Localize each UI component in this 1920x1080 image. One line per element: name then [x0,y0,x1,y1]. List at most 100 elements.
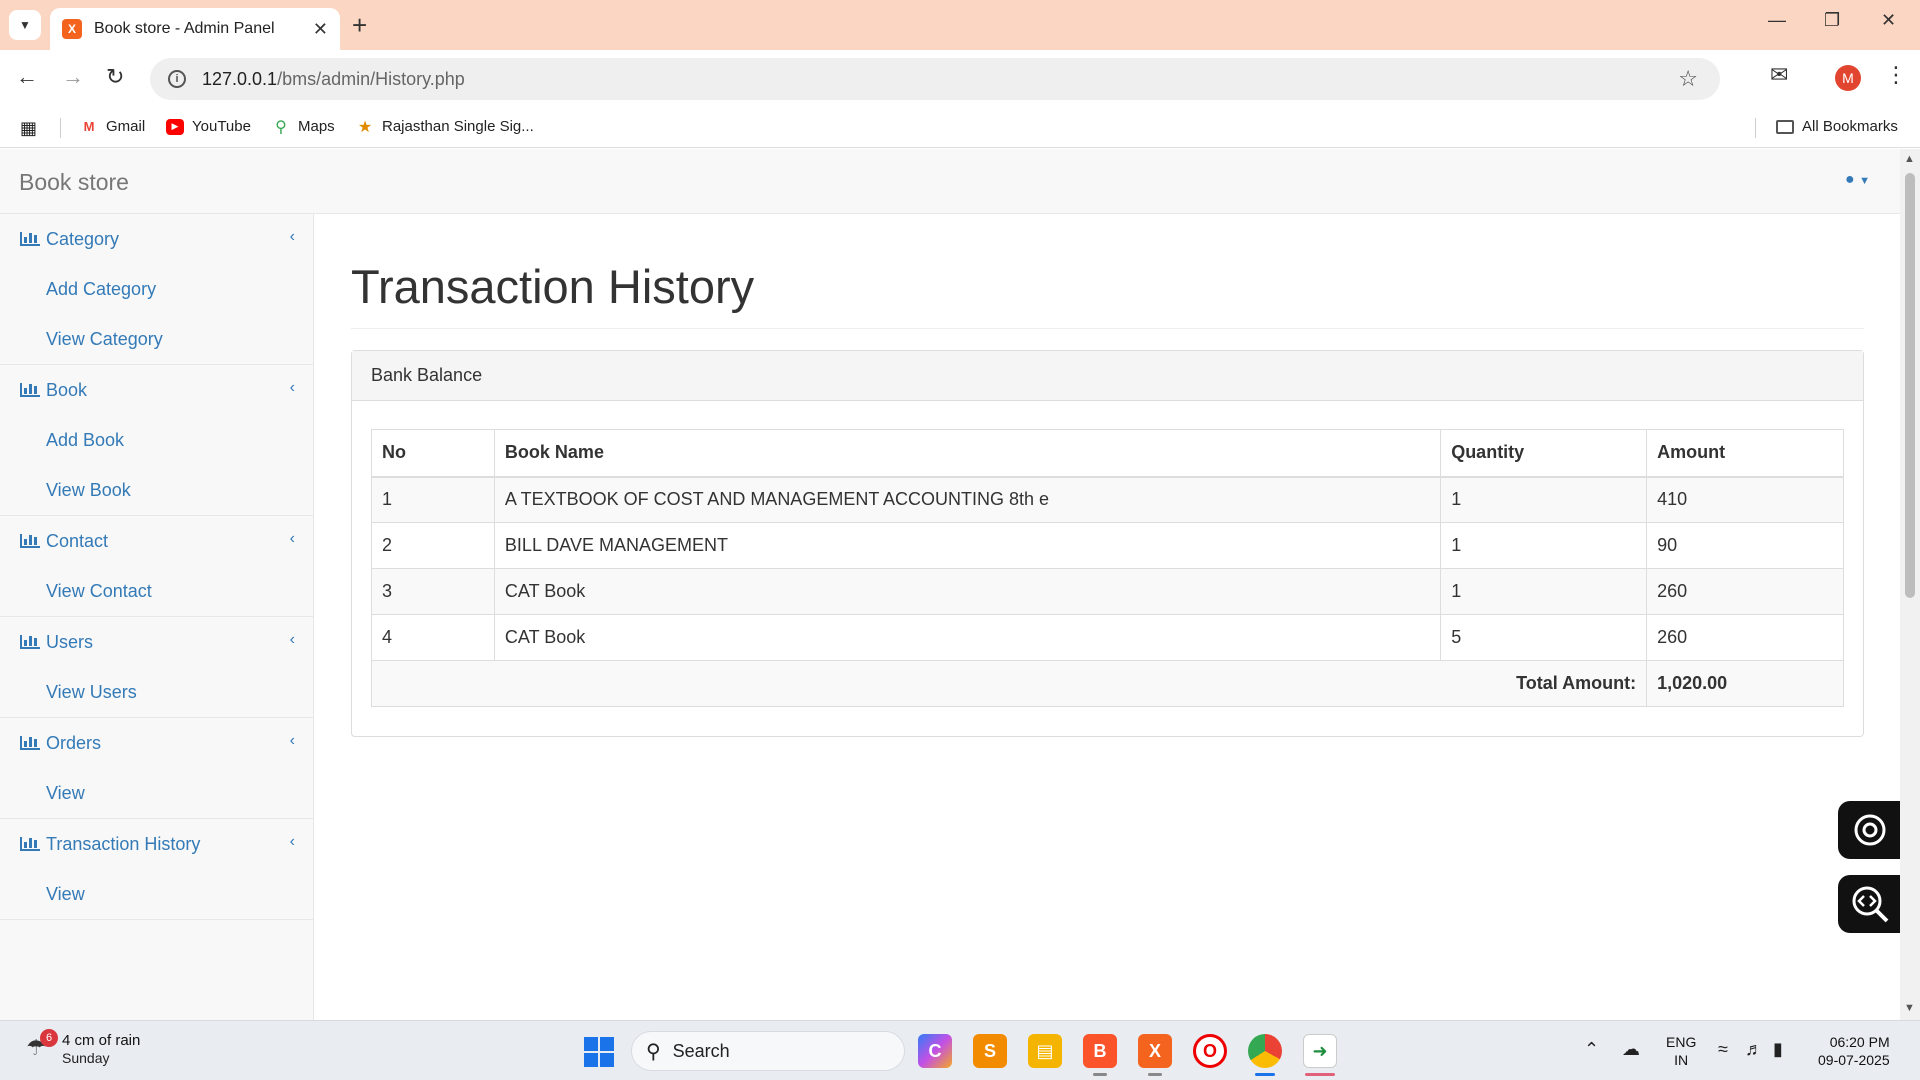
chevron-left-icon: ‹ [289,732,295,749]
transaction-table: No Book Name Quantity Amount 1 A TEXTBOO… [370,429,1844,707]
opera-app-icon[interactable]: O [1193,1034,1227,1068]
chevron-left-icon: ‹ [289,530,295,547]
sidebar-item-book[interactable]: Book ‹ [0,365,313,415]
bar-chart-icon [20,837,40,851]
search-icon: ⚲ [646,1040,661,1063]
taskbar-search[interactable]: ⚲ Search [631,1031,905,1071]
weather-day: Sunday [62,1050,110,1066]
total-row: Total Amount: 1,020.00 [370,660,1844,707]
forward-icon[interactable]: → [62,64,84,90]
close-tab-icon[interactable]: ✕ [313,19,328,40]
total-value: 1,020.00 [1646,660,1844,707]
bookmark-rajasthan[interactable]: ★ Rajasthan Single Sig... [356,118,534,136]
sidebar-link-add-category[interactable]: Add Category [0,264,313,314]
table-row: 4 CAT Book 5 260 [371,614,1844,661]
page-scrollbar[interactable]: ▲ ▼ [1900,149,1920,1020]
brave-app-icon[interactable]: B [1083,1034,1117,1068]
cell-amount: 410 [1646,476,1844,523]
sidebar-link-view-orders[interactable]: View [0,768,313,818]
sidebar-group-transaction-history: Transaction History ‹ View [0,819,313,920]
bookmark-maps[interactable]: ⚲ Maps [272,118,335,136]
code-search-icon [1852,886,1889,923]
chevron-left-icon: ‹ [289,833,295,850]
chatgpt-float-button[interactable] [1838,801,1902,859]
scroll-up-icon[interactable]: ▲ [1904,153,1915,165]
chevron-up-icon[interactable]: ⌃ [1584,1039,1599,1060]
scroll-down-icon[interactable]: ▼ [1904,1002,1915,1014]
scroll-thumb[interactable] [1905,173,1915,598]
battery-icon[interactable]: ▮ [1773,1039,1783,1060]
cell-book-name: BILL DAVE MANAGEMENT [493,522,1442,569]
bar-chart-icon [20,534,40,548]
back-icon[interactable]: ← [16,64,38,90]
all-bookmarks[interactable]: All Bookmarks [1776,118,1898,135]
weather-widget[interactable]: ☂ 6 4 cm of rain Sunday [26,1028,141,1066]
bar-chart-icon [20,232,40,246]
sidebar-group-users: Users ‹ View Users [0,617,313,718]
code-search-float-button[interactable] [1838,875,1902,933]
extensions-icon[interactable]: ✉ [1770,62,1788,88]
weather-title: 4 cm of rain [62,1032,141,1049]
restore-icon[interactable]: ❐ [1824,10,1840,31]
new-tab-icon[interactable]: + [352,10,367,41]
cell-quantity: 5 [1440,614,1648,661]
chrome-app-icon[interactable] [1248,1034,1282,1068]
windows-start-icon[interactable] [584,1037,614,1067]
sublime-app-icon[interactable]: S [973,1034,1007,1068]
system-clock[interactable]: 06:20 PM 09-07-2025 [1818,1033,1890,1069]
browser-tab[interactable]: X Book store - Admin Panel ✕ [50,8,340,50]
browser-menu-icon[interactable]: ⋮ [1885,62,1907,88]
sidebar-link-add-book[interactable]: Add Book [0,415,313,465]
bank-balance-panel: Bank Balance No Book Name Quantity Amoun… [351,350,1864,737]
sidebar-link-view-contact[interactable]: View Contact [0,566,313,616]
wifi-icon[interactable]: ≈ [1718,1039,1728,1060]
apps-grid-icon[interactable]: ▦ [20,118,37,139]
tab-search-button[interactable]: ▼ [9,10,41,40]
youtube-icon: ▶ [166,118,184,135]
profile-avatar[interactable]: M [1835,65,1861,91]
sidebar-item-category[interactable]: Category ‹ [0,214,313,264]
copilot-app-icon[interactable]: C [918,1034,952,1068]
sidebar-link-view-category[interactable]: View Category [0,314,313,364]
sidebar-link-view-book[interactable]: View Book [0,465,313,515]
reload-icon[interactable]: ↻ [106,64,124,90]
cell-no: 2 [371,522,495,569]
cell-book-name: A TEXTBOOK OF COST AND MANAGEMENT ACCOUN… [493,476,1442,523]
brand-link[interactable]: Book store [19,169,129,196]
sidebar-link-view-users[interactable]: View Users [0,667,313,717]
url-field[interactable]: i 127.0.0.1/bms/admin/History.php ☆ [150,58,1720,100]
xampp-app-icon[interactable]: X [1138,1034,1172,1068]
sidebar-item-users[interactable]: Users ‹ [0,617,313,667]
volume-icon[interactable]: ♬ [1745,1039,1763,1060]
column-header-book-name: Book Name [493,429,1442,478]
close-window-icon[interactable]: ✕ [1881,10,1896,31]
cell-book-name: CAT Book [493,568,1442,615]
column-header-amount: Amount [1646,429,1844,478]
table-row: 1 A TEXTBOOK OF COST AND MANAGEMENT ACCO… [371,476,1844,523]
sidebar-group-book: Book ‹ Add Book View Book [0,365,313,516]
bookmark-star-icon[interactable]: ☆ [1678,66,1698,92]
file-explorer-icon[interactable]: ▤ [1028,1034,1062,1068]
onedrive-icon[interactable]: ☁ [1622,1039,1640,1060]
user-icon: ● [1844,171,1855,188]
gmail-icon: M [83,119,95,134]
language-indicator[interactable]: ENG IN [1666,1033,1696,1069]
bookmark-youtube[interactable]: ▶ YouTube [166,118,251,135]
caret-down-icon: ▼ [1859,175,1870,187]
sidebar-item-orders[interactable]: Orders ‹ [0,718,313,768]
notification-badge: 6 [40,1028,58,1047]
chevron-down-icon: ▼ [19,18,31,32]
sidebar-item-transaction-history[interactable]: Transaction History ‹ [0,819,313,869]
tab-title: Book store - Admin Panel [94,20,275,37]
table-row: 2 BILL DAVE MANAGEMENT 1 90 [371,522,1844,569]
bookmark-gmail[interactable]: M Gmail [80,118,146,135]
user-dropdown[interactable]: ● ▼ [1845,171,1870,189]
site-info-icon[interactable]: i [168,70,186,88]
sidebar-item-contact[interactable]: Contact ‹ [0,516,313,566]
openai-icon [1854,814,1886,846]
cell-amount: 260 [1646,568,1844,615]
minimize-icon[interactable]: — [1768,10,1786,31]
page-title: Transaction History [351,260,755,313]
sheets-app-icon[interactable]: ➜ [1303,1034,1337,1068]
sidebar-link-view-transactions[interactable]: View [0,869,313,919]
